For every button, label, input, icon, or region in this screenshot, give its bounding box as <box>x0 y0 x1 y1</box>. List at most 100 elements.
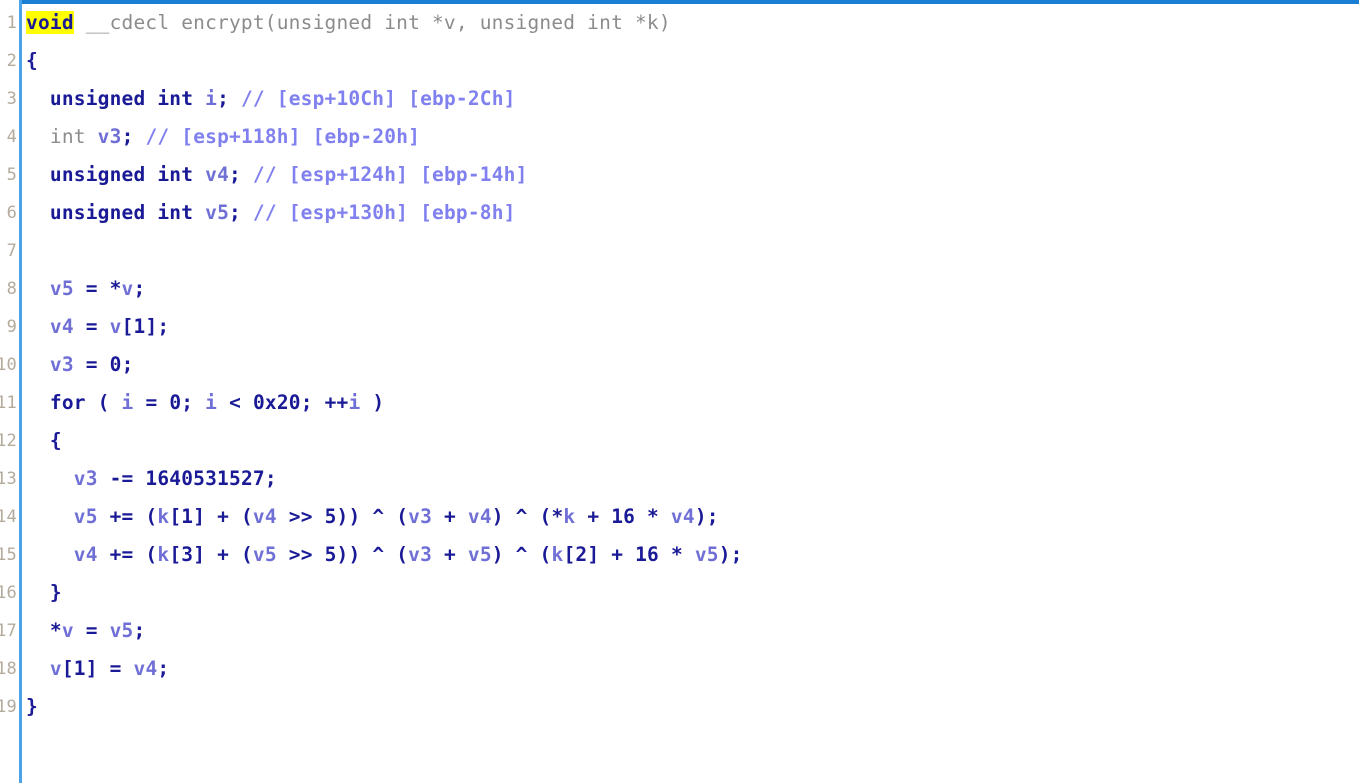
code-line-text[interactable]: v3 = 0; <box>26 346 134 384</box>
code-token-var: i <box>121 391 134 414</box>
code-token-kw: [ <box>121 315 134 338</box>
pseudocode-view[interactable]: 1 void __cdecl encrypt(unsigned int *v, u… <box>0 0 1359 783</box>
code-line-text[interactable]: { <box>26 422 62 460</box>
code-token-var: v3 <box>408 543 433 566</box>
code-token-var: v3 <box>97 125 122 148</box>
code-token-kw <box>26 505 74 528</box>
line-number: 14 <box>0 507 17 527</box>
code-token-kw: + <box>575 505 612 528</box>
code-line[interactable]: 12 { <box>0 422 1359 460</box>
code-token-var: v5 <box>109 619 134 642</box>
line-number: 2 <box>6 51 17 71</box>
code-token-num: 2 <box>575 543 588 566</box>
code-token-kw: [ <box>169 543 182 566</box>
code-line-text[interactable]: *v = v5; <box>26 612 145 650</box>
code-token-kw: < <box>217 391 253 414</box>
code-token-kw: * <box>26 619 62 642</box>
code-token-kw <box>26 543 74 566</box>
code-token-var: i <box>348 391 361 414</box>
code-token-kw: + <box>432 543 468 566</box>
code-token-kw <box>26 201 50 224</box>
code-token-var: v <box>61 619 74 642</box>
code-token-num: 5 <box>324 543 337 566</box>
code-line[interactable]: 11 for ( i = 0; i < 0x20; ++i ) <box>0 384 1359 422</box>
code-token-kw: -= <box>97 467 146 490</box>
code-token-kw: ] = <box>85 657 134 680</box>
code-token-kw: } <box>26 695 38 718</box>
code-token-kw <box>26 315 50 338</box>
code-token-kw <box>193 87 205 110</box>
line-number: 15 <box>0 545 17 565</box>
line-number: 3 <box>6 89 17 109</box>
code-token-var: k <box>157 543 170 566</box>
code-token-var: v4 <box>467 505 492 528</box>
code-token-comment: // [esp+118h] [ebp-20h] <box>145 125 421 148</box>
code-token-var: v4 <box>133 657 158 680</box>
code-token-var: v5 <box>205 201 230 224</box>
code-token-kw <box>26 87 50 110</box>
code-line-text[interactable]: v4 += (k[3] + (v5 >> 5)) ^ (v3 + v5) ^ (… <box>26 536 743 574</box>
code-line[interactable]: 10 v3 = 0; <box>0 346 1359 384</box>
code-line-text[interactable]: v5 = *v; <box>26 270 145 308</box>
code-line[interactable]: 17 *v = v5; <box>0 612 1359 650</box>
code-token-kw: ) <box>360 391 385 414</box>
code-line[interactable]: 8 v5 = *v; <box>0 270 1359 308</box>
code-line[interactable]: 13 v3 -= 1640531527; <box>0 460 1359 498</box>
code-token-kw: ; <box>181 391 206 414</box>
code-line-text[interactable]: v4 = v[1]; <box>26 308 169 346</box>
code-token-kw: = <box>73 619 110 642</box>
code-line[interactable]: 1 void __cdecl encrypt(unsigned int *v, u… <box>0 4 1359 42</box>
code-line[interactable]: 2{ <box>0 42 1359 80</box>
code-line-text[interactable]: v5 += (k[1] + (v4 >> 5)) ^ (v3 + v4) ^ (… <box>26 498 719 536</box>
line-number: 7 <box>6 241 17 261</box>
line-number: 19 <box>0 697 17 717</box>
code-token-kw <box>26 353 50 376</box>
code-token-kw: = <box>73 353 110 376</box>
code-token-num: 1 <box>181 505 194 528</box>
code-line[interactable]: 4 int v3; // [esp+118h] [ebp-20h] <box>0 118 1359 156</box>
code-line[interactable]: 18 v[1] = v4; <box>0 650 1359 688</box>
code-line[interactable]: 6 unsigned int v5; // [esp+130h] [ebp-8h… <box>0 194 1359 232</box>
code-line[interactable]: 9 v4 = v[1]; <box>0 308 1359 346</box>
code-token-hl[interactable]: void <box>26 11 74 34</box>
code-line-text[interactable]: v3 -= 1640531527; <box>26 460 277 498</box>
code-line[interactable]: 5 unsigned int v4; // [esp+124h] [ebp-14… <box>0 156 1359 194</box>
code-token-num: 16 <box>635 543 659 566</box>
code-line-text[interactable]: unsigned int v5; // [esp+130h] [ebp-8h] <box>26 194 516 232</box>
code-line-text[interactable]: unsigned int v4; // [esp+124h] [ebp-14h] <box>26 156 528 194</box>
code-token-var: v <box>49 657 62 680</box>
code-line[interactable]: 7 <box>0 232 1359 270</box>
code-token-kw: += ( <box>97 543 158 566</box>
code-token-kw: { <box>26 429 62 452</box>
code-line-text[interactable]: int v3; // [esp+118h] [ebp-20h] <box>26 118 420 156</box>
code-token-kw: ; ++ <box>300 391 349 414</box>
code-token-kw: ; <box>121 125 146 148</box>
code-token-kw <box>26 657 50 680</box>
code-line[interactable]: 14 v5 += (k[1] + (v4 >> 5)) ^ (v3 + v4) … <box>0 498 1359 536</box>
code-token-num: 3 <box>181 543 194 566</box>
code-token-kw: += ( <box>97 505 158 528</box>
code-line-text[interactable]: } <box>26 574 62 612</box>
line-number: 13 <box>0 469 17 489</box>
code-line[interactable]: 3 unsigned int i; // [esp+10Ch] [ebp-2Ch… <box>0 80 1359 118</box>
code-line-text[interactable]: } <box>26 688 38 726</box>
code-line-text[interactable]: void __cdecl encrypt(unsigned int *v, un… <box>26 4 671 42</box>
code-token-kw: = <box>73 315 110 338</box>
code-line[interactable]: 16 } <box>0 574 1359 612</box>
code-line-text[interactable]: for ( i = 0; i < 0x20; ++i ) <box>26 384 384 422</box>
code-line-text[interactable]: unsigned int i; // [esp+10Ch] [ebp-2Ch] <box>26 80 516 118</box>
code-token-num: 1 <box>73 657 86 680</box>
code-token-var: k <box>563 505 576 528</box>
code-token-kw: ]; <box>145 315 170 338</box>
code-token-kw: ; <box>121 353 134 376</box>
code-token-kw: ; <box>264 467 277 490</box>
code-area[interactable]: 1 void __cdecl encrypt(unsigned int *v, u… <box>0 4 1359 783</box>
code-token-kw: ) ^ (* <box>491 505 564 528</box>
code-token-kw: unsigned int <box>49 163 194 186</box>
code-line[interactable]: 19} <box>0 688 1359 726</box>
code-line-text[interactable]: { <box>26 42 38 80</box>
code-token-kw: } <box>26 581 62 604</box>
code-line-text[interactable]: v[1] = v4; <box>26 650 169 688</box>
line-number: 1 <box>6 13 17 33</box>
code-line[interactable]: 15 v4 += (k[3] + (v5 >> 5)) ^ (v3 + v5) … <box>0 536 1359 574</box>
